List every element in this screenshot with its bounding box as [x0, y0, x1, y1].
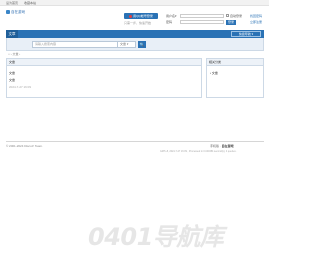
nav-item-article[interactable]: 文章	[6, 30, 18, 38]
qq-login-label: 用QQ帐号登录	[133, 14, 153, 18]
qq-login-button[interactable]: 用QQ帐号登录	[124, 13, 158, 19]
category-item[interactable]: • 文章	[210, 71, 218, 75]
footer-copyright: © 2001-2024 Discuz! Team.	[6, 144, 44, 148]
search-icon: 🔍	[139, 42, 145, 47]
username-field[interactable]	[180, 14, 224, 18]
footer-links: 手机版 · 自在游戏	[210, 144, 234, 148]
password-label: 密码	[166, 20, 173, 24]
bookmark-link[interactable]: 收藏本站	[24, 1, 36, 5]
watermark: 0401导航库	[88, 223, 224, 251]
auto-login-label: 自动登录	[230, 14, 243, 18]
category-panel-header: 相关分类	[207, 59, 263, 66]
top-bar: 设为首页 收藏本站	[0, 0, 269, 6]
mobile-version-link[interactable]: 手机版 ·	[210, 144, 222, 148]
search-scope-select[interactable]: 文章 ▾	[118, 41, 136, 48]
login-button[interactable]: 登录	[226, 20, 236, 25]
find-password-link[interactable]: 找回密码	[250, 14, 262, 18]
breadcrumb[interactable]: ⌂ › 文章 ›	[8, 52, 20, 56]
logo-icon	[6, 10, 10, 15]
article-link[interactable]: 文章	[9, 71, 15, 75]
main-nav: 文章 快捷导航 ▾	[6, 30, 264, 38]
search-input[interactable]: 请输入搜索内容	[32, 41, 118, 48]
username-label: 用户名	[166, 14, 176, 18]
search-button[interactable]: 🔍	[138, 41, 146, 48]
article-panel: 文章 文章 文章 2024-7-27 16:09	[6, 58, 202, 98]
site-logo[interactable]: 自在游戏	[6, 9, 30, 16]
qq-icon	[129, 14, 133, 18]
article-date: 2024-7-27 16:09	[9, 85, 32, 89]
quick-nav-button[interactable]: 快捷导航 ▾	[231, 31, 261, 37]
footer-divider	[6, 141, 264, 142]
category-panel: 相关分类 • 文章	[206, 58, 264, 98]
logo-text: 自在游戏	[11, 10, 25, 14]
register-link[interactable]: 立即注册	[250, 20, 262, 24]
footer-site-name[interactable]: 自在游戏	[222, 144, 234, 148]
auto-login-checkbox[interactable]	[226, 14, 229, 17]
password-field[interactable]	[180, 20, 224, 24]
article-text: 文章	[9, 78, 16, 82]
set-homepage-link[interactable]: 设为首页	[6, 1, 18, 5]
username-type-select[interactable]: ▾	[175, 14, 177, 18]
footer-stats: GMT+8, 2024-7-27 16:09 , Processed in 0.…	[160, 150, 238, 153]
qq-login-note: 只需一步，快速开始	[124, 21, 152, 25]
article-panel-header: 文章	[7, 59, 201, 66]
